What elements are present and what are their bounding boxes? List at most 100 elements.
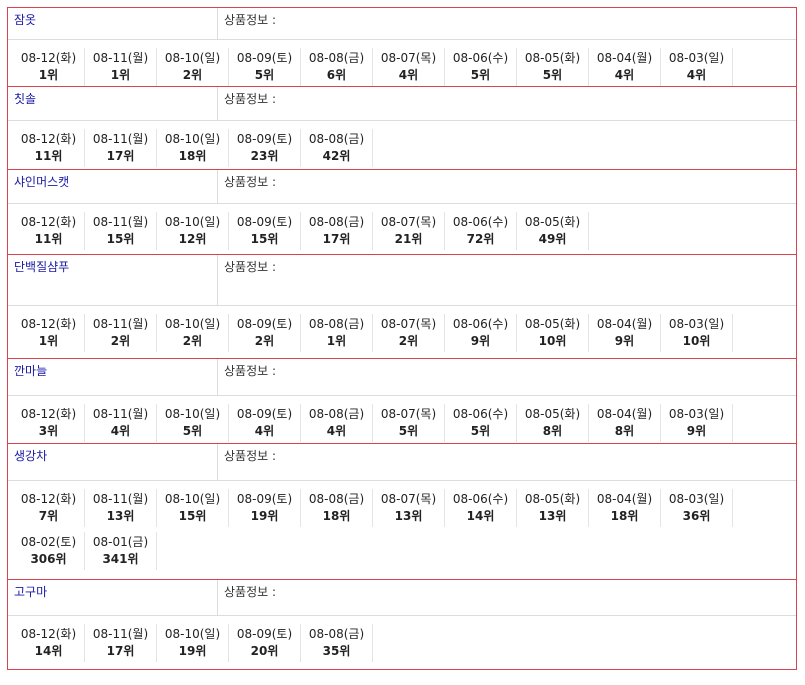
keyword-header: 고구마 상품정보 : (8, 580, 796, 616)
keyword-link[interactable]: 생강차 (8, 444, 218, 480)
rank-value: 14위 (466, 509, 495, 523)
daily-rank-list: 08-12(화) 3위 08-11(월) 4위 08-10(일) 5위 08-09(토) 4위… (8, 396, 796, 443)
rank-value: 5위 (542, 68, 563, 82)
rank-date: 08-12(화) (20, 132, 77, 146)
daily-rank-cell: 08-08(금) 4위 (301, 404, 373, 442)
daily-rank-cell: 08-06(수) 9위 (445, 314, 517, 352)
daily-rank-cell: 08-08(금) 17위 (301, 212, 373, 250)
daily-rank-cell: 08-06(수) 14위 (445, 489, 517, 527)
rank-value: 1위 (326, 334, 347, 348)
rank-date: 08-05(화) (524, 51, 581, 65)
daily-rank-cell: 08-11(월) 13위 (85, 489, 157, 527)
keyword-block: 샤인머스캣 상품정보 : 08-12(화) 11위 08-11(월) 15위 08-10(일… (7, 169, 797, 254)
keyword-header: 잠옷 상품정보 : (8, 8, 796, 40)
keyword-header: 생강차 상품정보 : (8, 444, 796, 481)
keyword-block: 잠옷 상품정보 : 08-12(화) 1위 08-11(월) 1위 08-10(일) 2위 08… (7, 7, 797, 86)
rank-date: 08-06(수) (452, 51, 509, 65)
daily-rank-cell: 08-11(월) 15위 (85, 212, 157, 250)
daily-rank-cell: 08-10(일) 2위 (157, 48, 229, 86)
daily-rank-cell: 08-05(화) 13위 (517, 489, 589, 527)
rank-value: 17위 (106, 644, 135, 658)
rank-date: 08-07(목) (380, 51, 437, 65)
daily-rank-cell: 08-03(일) 9위 (661, 404, 733, 442)
rank-value: 14위 (34, 644, 63, 658)
daily-rank-cell: 08-08(금) 6위 (301, 48, 373, 86)
keyword-block: 고구마 상품정보 : 08-12(화) 14위 08-11(월) 17위 08-10(일) 1… (7, 579, 797, 670)
daily-rank-cell: 08-06(수) 5위 (445, 404, 517, 442)
daily-rank-cell: 08-11(월) 2위 (85, 314, 157, 352)
rank-date: 08-03(일) (668, 51, 725, 65)
daily-rank-cell: 08-09(토) 23위 (229, 129, 301, 167)
keyword-header: 깐마늘 상품정보 : (8, 359, 796, 396)
keyword-link[interactable]: 샤인머스캣 (8, 170, 218, 203)
rank-value: 13위 (106, 509, 135, 523)
rank-date: 08-08(금) (308, 51, 365, 65)
daily-rank-cell: 08-07(목) 21위 (373, 212, 445, 250)
daily-rank-cell: 08-05(화) 49위 (517, 212, 589, 250)
keyword-link[interactable]: 깐마늘 (8, 359, 218, 395)
daily-rank-cell: 08-12(화) 1위 (13, 48, 85, 86)
rank-value: 20위 (250, 644, 279, 658)
rank-date: 08-08(금) (308, 215, 365, 229)
rank-value: 9위 (686, 424, 707, 438)
product-info-label: 상품정보 : (224, 175, 277, 189)
rank-date: 08-09(토) (236, 215, 293, 229)
daily-rank-cell: 08-09(토) 19위 (229, 489, 301, 527)
keyword-header: 단백질샴푸 상품정보 : (8, 255, 796, 306)
rank-date: 08-09(토) (236, 317, 293, 331)
rank-value: 7위 (38, 509, 59, 523)
rank-value: 17위 (322, 232, 351, 246)
rank-date: 08-03(일) (668, 317, 725, 331)
rank-value: 11위 (34, 232, 63, 246)
keyword-link[interactable]: 단백질샴푸 (8, 255, 218, 305)
rank-value: 3위 (38, 424, 59, 438)
rank-date: 08-09(토) (236, 627, 293, 641)
rank-date: 08-04(월) (596, 492, 653, 506)
rank-value: 18위 (178, 149, 207, 163)
keyword-header: 칫솔 상품정보 : (8, 87, 796, 121)
daily-rank-cell: 08-09(토) 2위 (229, 314, 301, 352)
rank-date: 08-03(일) (668, 492, 725, 506)
rank-date: 08-05(화) (524, 317, 581, 331)
product-info-label: 상품정보 : (224, 585, 277, 599)
rank-date: 08-12(화) (20, 51, 77, 65)
rank-date: 08-10(일) (164, 407, 221, 421)
rank-date: 08-07(목) (380, 492, 437, 506)
daily-rank-cell: 08-11(월) 1위 (85, 48, 157, 86)
rank-date: 08-11(월) (92, 317, 149, 331)
daily-rank-cell: 08-02(토) 306위 (13, 532, 85, 570)
keyword-link[interactable]: 칫솔 (8, 87, 218, 120)
daily-rank-cell: 08-11(월) 17위 (85, 129, 157, 167)
keyword-link[interactable]: 고구마 (8, 580, 218, 615)
daily-rank-cell: 08-08(금) 42위 (301, 129, 373, 167)
daily-rank-cell: 08-04(월) 9위 (589, 314, 661, 352)
rank-date: 08-12(화) (20, 215, 77, 229)
rank-date: 08-07(목) (380, 215, 437, 229)
rank-value: 5위 (470, 424, 491, 438)
rank-date: 08-11(월) (92, 215, 149, 229)
rank-date: 08-06(수) (452, 407, 509, 421)
daily-rank-cell: 08-04(월) 4위 (589, 48, 661, 86)
rank-value: 9위 (470, 334, 491, 348)
rank-date: 08-08(금) (308, 317, 365, 331)
rank-date: 08-04(월) (596, 51, 653, 65)
daily-rank-cell: 08-12(화) 11위 (13, 212, 85, 250)
daily-rank-cell: 08-12(화) 7위 (13, 489, 85, 527)
rank-value: 15위 (250, 232, 279, 246)
keyword-rank-list: 잠옷 상품정보 :08-12(화) 1위 08-11(월) 1위 08-10(일) 2위 08… (7, 7, 797, 670)
rank-date: 08-05(화) (524, 407, 581, 421)
daily-rank-cell: 08-11(월) 4위 (85, 404, 157, 442)
keyword-link[interactable]: 잠옷 (8, 8, 218, 39)
product-info-label: 상품정보 : (224, 92, 277, 106)
rank-value: 5위 (470, 68, 491, 82)
daily-rank-cell: 08-07(목) 13위 (373, 489, 445, 527)
rank-date: 08-12(화) (20, 627, 77, 641)
rank-value: 4위 (398, 68, 419, 82)
rank-value: 6위 (326, 68, 347, 82)
rank-date: 08-10(일) (164, 317, 221, 331)
rank-date: 08-09(토) (236, 407, 293, 421)
rank-value: 72위 (466, 232, 495, 246)
rank-date: 08-11(월) (92, 492, 149, 506)
keyword-block: 깐마늘 상품정보 :08-12(화) 3위 08-11(월) 4위 08-10(일) 5위 0… (7, 358, 797, 443)
rank-value: 306위 (30, 552, 67, 566)
